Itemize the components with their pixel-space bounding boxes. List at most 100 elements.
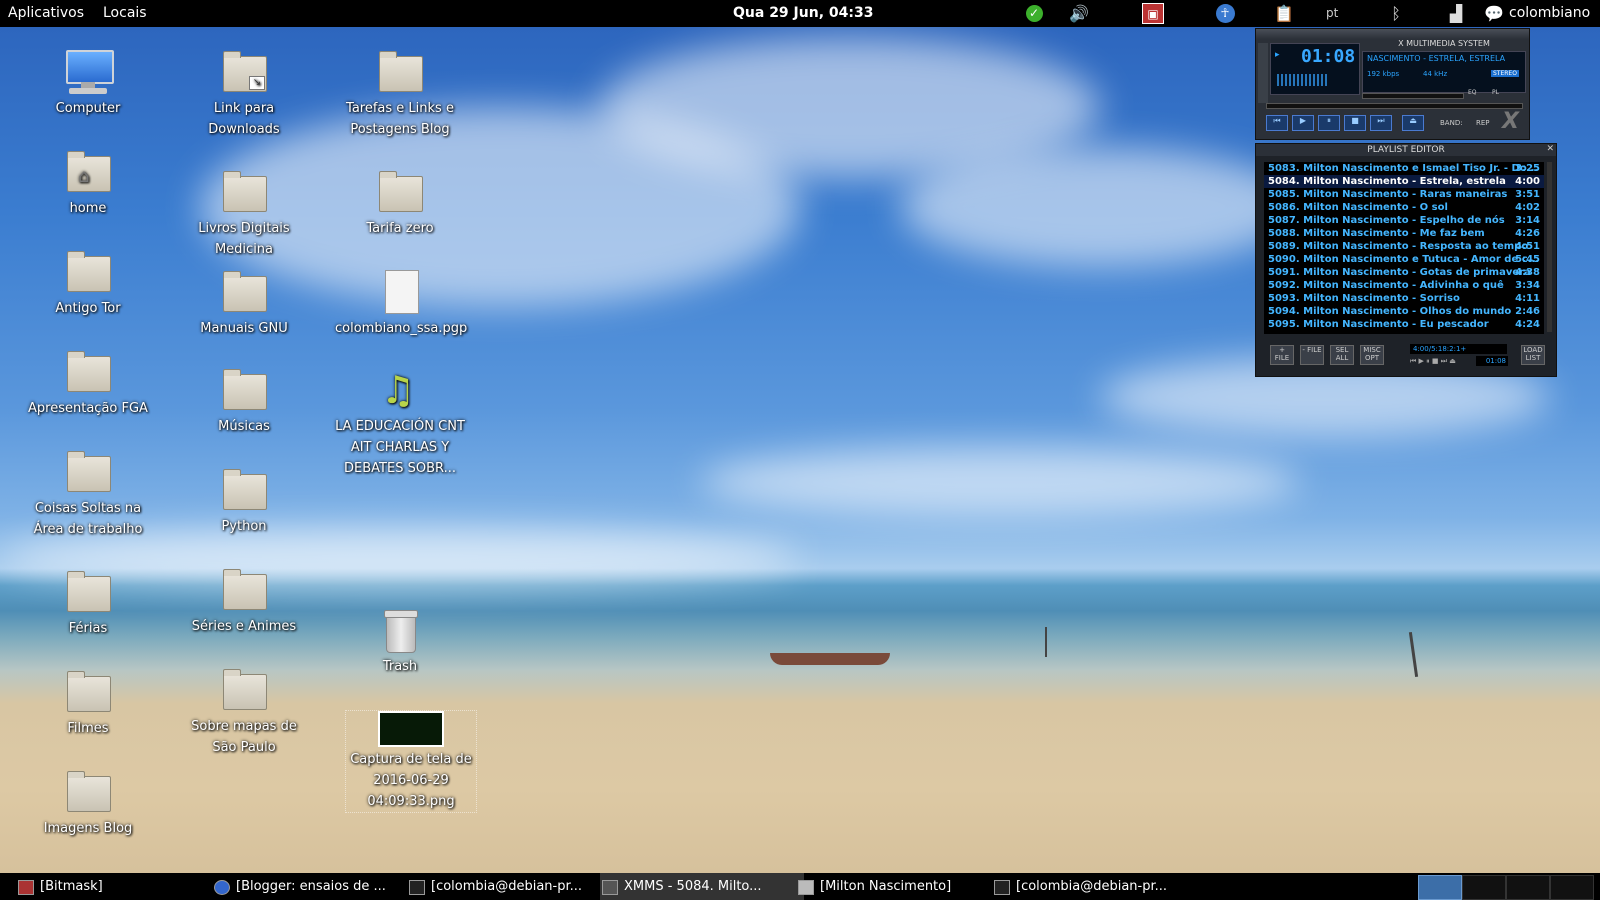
- home-folder-icon: ⌂: [63, 150, 113, 196]
- playlist-row[interactable]: 5095. Milton Nascimento - Eu pescador 4:2…: [1264, 318, 1544, 331]
- task-terminal[interactable]: [colombia@debian-pr...: [407, 873, 582, 900]
- previous-icon[interactable]: ⏮: [1266, 115, 1288, 131]
- desktop-icon-folder[interactable]: Músicas: [179, 368, 309, 437]
- xmms-title: X MULTIMEDIA SYSTEM: [1398, 39, 1490, 48]
- places-menu[interactable]: Locais: [103, 0, 147, 27]
- misc-options-button[interactable]: MISC OPT: [1360, 345, 1384, 365]
- image-thumbnail-icon: [378, 711, 444, 747]
- stop-icon[interactable]: ■: [1344, 115, 1366, 131]
- desktop-icon-folder[interactable]: Séries e Animes: [179, 568, 309, 637]
- desktop-icon-screenshot[interactable]: Captura de tela de 2016-06-29 04:09:33.p…: [345, 710, 477, 813]
- eject-icon[interactable]: ⏏: [1402, 115, 1424, 131]
- folder-icon: [63, 570, 113, 616]
- desktop-icon-folder[interactable]: Apresentação FGA: [23, 350, 153, 419]
- play-icon[interactable]: ▶: [1292, 115, 1314, 131]
- network-icon[interactable]: ▟: [1445, 3, 1467, 24]
- desktop-icon-folder[interactable]: Tarifa zero: [335, 170, 465, 239]
- desktop-icon-folder[interactable]: Coisas Soltas na Área de trabalho: [23, 450, 153, 540]
- pause-icon[interactable]: ⏸: [1318, 115, 1340, 131]
- track-duration: 5:45: [1515, 254, 1540, 265]
- folder-icon: [63, 450, 113, 496]
- terminal-icon: [994, 880, 1010, 895]
- next-icon[interactable]: ⏭: [1370, 115, 1392, 131]
- xmms-main-window[interactable]: ▸ 01:08 X MULTIMEDIA SYSTEM NASCIMENTO -…: [1255, 28, 1530, 140]
- playlist-row[interactable]: 5083. Milton Nascimento e Ismael Tiso Jr…: [1264, 162, 1544, 175]
- record-icon[interactable]: ▣: [1142, 3, 1164, 24]
- desktop-icon-home[interactable]: ⌂ home: [23, 150, 153, 219]
- load-list-button[interactable]: LOAD LIST: [1521, 345, 1545, 365]
- track-label: 5094. Milton Nascimento - Olhos do mundo: [1268, 306, 1512, 317]
- task-bitmask[interactable]: [Bitmask]: [16, 873, 103, 900]
- desktop-icon-folder[interactable]: Imagens Blog: [23, 770, 153, 839]
- playlist-row[interactable]: 5091. Milton Nascimento - Gotas de prima…: [1264, 266, 1544, 279]
- folder-icon: [375, 170, 425, 216]
- task-browser[interactable]: [Blogger: ensaios de ...: [212, 873, 386, 900]
- clipboard-icon[interactable]: 📋: [1273, 3, 1295, 24]
- desktop-icon-folder[interactable]: Python: [179, 468, 309, 537]
- desktop-icon-computer[interactable]: Computer: [23, 50, 153, 119]
- remove-file-button[interactable]: - FILE: [1300, 345, 1324, 365]
- playlist-row[interactable]: 5089. Milton Nascimento - Resposta ao te…: [1264, 240, 1544, 253]
- playlist-editor-window[interactable]: PLAYLIST EDITOR ✕ 5083. Milton Nasciment…: [1255, 143, 1557, 377]
- folder-icon: [219, 668, 269, 714]
- desktop-icon-trash[interactable]: Trash: [335, 608, 465, 677]
- desktop-icon-folder[interactable]: Tarefas e Links e Postagens Blog: [335, 50, 465, 140]
- accessibility-icon[interactable]: ☥: [1214, 3, 1236, 24]
- track-duration: 2:46: [1515, 306, 1540, 317]
- desktop-icon-file[interactable]: colombiano_ssa.pgp: [335, 270, 467, 339]
- close-icon[interactable]: ✕: [1546, 144, 1554, 154]
- desktop-icon-folder[interactable]: Filmes: [23, 670, 153, 739]
- track-label: 5093. Milton Nascimento - Sorriso: [1268, 293, 1460, 304]
- desktop-icon-folder[interactable]: Antigo Tor: [23, 250, 153, 319]
- workspace-switcher-2[interactable]: [1462, 875, 1506, 900]
- task-label: [Blogger: ensaios de ...: [236, 879, 386, 894]
- volume-slider[interactable]: [1362, 93, 1464, 99]
- volume-icon[interactable]: 🔊: [1068, 3, 1090, 24]
- bluetooth-icon[interactable]: ᛒ: [1385, 3, 1407, 24]
- workspace-switcher-4[interactable]: [1550, 875, 1594, 900]
- check-icon[interactable]: ✓: [1023, 3, 1045, 24]
- desktop-icon-folder[interactable]: Livros Digitais Medicina: [179, 170, 309, 260]
- track-label: 5083. Milton Nascimento e Ismael Tiso Jr…: [1268, 163, 1539, 174]
- repeat-toggle[interactable]: REP: [1476, 119, 1490, 127]
- playlist-row[interactable]: 5086. Milton Nascimento - O sol 4:02: [1264, 201, 1544, 214]
- desktop-icon-link-downloads[interactable]: ↘ Link para Downloads: [179, 50, 309, 140]
- playlist-row[interactable]: 5093. Milton Nascimento - Sorriso 4:11: [1264, 292, 1544, 305]
- pl-toggle[interactable]: PL: [1492, 89, 1499, 96]
- playlist-row[interactable]: 5090. Milton Nascimento e Tutuca - Amor …: [1264, 253, 1544, 266]
- workspace-switcher-3[interactable]: [1506, 875, 1550, 900]
- desktop-icon-audio[interactable]: ♫ LA EDUCACIÓN CNT AIT CHARLAS Y DEBATES…: [335, 368, 465, 479]
- icon-label: Captura de tela de 2016-06-29 04:09:33.p…: [350, 752, 472, 809]
- desktop-icon-folder[interactable]: Manuais GNU: [179, 270, 309, 339]
- keyboard-layout[interactable]: pt: [1326, 0, 1338, 27]
- chat-icon[interactable]: 💬: [1484, 3, 1504, 24]
- playlist-row[interactable]: 5088. Milton Nascimento - Me faz bem 4:26: [1264, 227, 1544, 240]
- playlist-row[interactable]: 5085. Milton Nascimento - Raras maneiras…: [1264, 188, 1544, 201]
- playlist-row[interactable]: 5092. Milton Nascimento - Adivinha o quê…: [1264, 279, 1544, 292]
- track-duration: 3:25: [1515, 163, 1540, 174]
- folder-link-icon: ↘: [219, 50, 269, 96]
- track-duration: 4:51: [1515, 241, 1540, 252]
- task-file-manager[interactable]: [Milton Nascimento]: [796, 873, 951, 900]
- desktop-icon-folder[interactable]: Férias: [23, 570, 153, 639]
- applications-menu[interactable]: Aplicativos: [8, 0, 84, 27]
- add-file-button[interactable]: + FILE: [1270, 345, 1294, 365]
- clock[interactable]: Qua 29 Jun, 04:33: [733, 0, 873, 27]
- workspace-switcher-1[interactable]: [1418, 875, 1462, 900]
- task-terminal[interactable]: [colombia@debian-pr...: [992, 873, 1167, 900]
- desktop-icon-folder[interactable]: Sobre mapas de São Paulo: [179, 668, 309, 758]
- select-all-button[interactable]: SEL ALL: [1330, 345, 1354, 365]
- playlist-row[interactable]: 5087. Milton Nascimento - Espelho de nós…: [1264, 214, 1544, 227]
- user-menu[interactable]: colombiano: [1509, 0, 1590, 27]
- eq-toggle[interactable]: EQ: [1468, 89, 1477, 96]
- folder-icon: [219, 270, 269, 316]
- seek-bar[interactable]: [1266, 103, 1523, 109]
- mini-controls[interactable]: ⏮ ▶ ⏸ ■ ⏭ ⏏: [1410, 356, 1470, 366]
- xmms-logo-icon: X: [1502, 109, 1519, 134]
- task-xmms-active[interactable]: XMMS - 5084. Milto...: [600, 873, 804, 900]
- playlist-row[interactable]: 5084. Milton Nascimento - Estrela, estre…: [1264, 175, 1544, 188]
- icon-label: Computer: [55, 101, 121, 116]
- track-label: 5092. Milton Nascimento - Adivinha o quê: [1268, 280, 1504, 291]
- playlist-row[interactable]: 5094. Milton Nascimento - Olhos do mundo…: [1264, 305, 1544, 318]
- playlist-scrollbar[interactable]: [1547, 162, 1552, 332]
